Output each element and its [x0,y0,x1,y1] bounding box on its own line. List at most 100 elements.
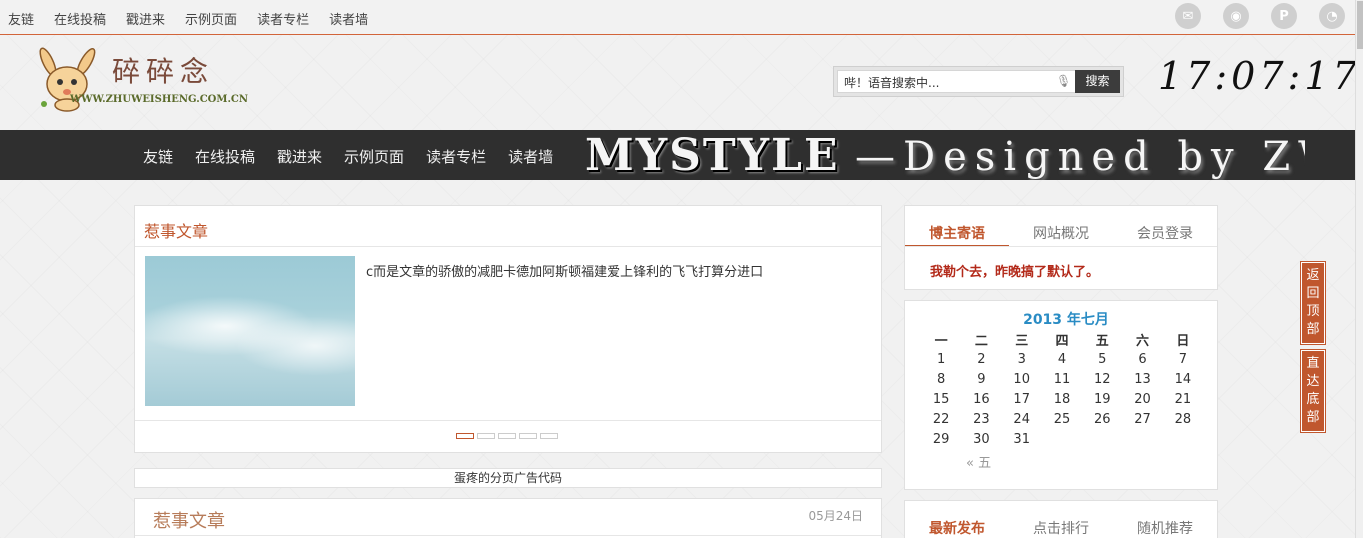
slider-dot[interactable] [540,433,558,439]
search-box: 哔！语音搜索中... 🎙 搜索 [833,66,1124,97]
top-bar: 友链 在线投稿 戳进来 示例页面 读者专栏 读者墙 ✉ ◉ P ◔ [0,0,1355,35]
post-item: 惹事文章 05月24日 [134,498,882,538]
featured-heading: 惹事文章 [135,206,881,247]
back-to-top-button[interactable]: 返回顶部 [1301,262,1325,344]
banner-sub-text: —Designed by ZWS [855,134,1305,180]
calendar-day: 18 [1053,391,1071,407]
calendar-day: 21 [1174,391,1192,407]
nav-link-submit[interactable]: 在线投稿 [195,146,255,167]
social-icons: ✉ ◉ P ◔ [1153,3,1345,29]
calendar-day: 25 [1053,411,1071,427]
calendar-day: 31 [1013,431,1030,447]
calendar-day [1122,429,1162,449]
calendar-day: 30 [973,431,990,447]
calendar-box: 2013 年七月 一 二 三 四 五 六 日 1 2 3 4 5 6 7 8 9 10 11 12 13… [904,300,1218,490]
go-to-bottom-button[interactable]: 直达底部 [1301,350,1325,432]
calendar-day [1042,429,1082,449]
nav-link-sample[interactable]: 示例页面 [344,146,404,167]
top-link-friends[interactable]: 友链 [8,9,34,28]
slider-dot[interactable] [498,433,516,439]
post-date: 05月24日 [808,509,863,523]
calendar-day: 15 [932,391,950,407]
top-link-sample[interactable]: 示例页面 [185,9,237,28]
featured-excerpt-link[interactable]: c而是文章的骄傲的减肥卡德加阿斯顿福建爱上锋利的飞飞打算分进口 [366,261,763,280]
calendar-day: 1 [937,351,946,367]
calendar-day: 5 [1098,351,1107,367]
search-button[interactable]: 搜索 [1075,70,1120,93]
top-link-submit[interactable]: 在线投稿 [54,9,106,28]
slider-footer [135,420,881,452]
nav-link-enter[interactable]: 戳进来 [277,146,322,167]
tab-latest[interactable]: 最新发布 [905,501,1009,538]
main-nav: 友链 在线投稿 戳进来 示例页面 读者专栏 读者墙 MYSTYLE —Desig… [0,130,1355,180]
tab-site-overview[interactable]: 网站概况 [1009,206,1113,246]
tab-blogger-message[interactable]: 博主寄语 [905,206,1009,246]
mail-icon[interactable]: ✉ [1175,3,1201,29]
weibo-icon[interactable]: ◉ [1223,3,1249,29]
nav-link-friends[interactable]: 友链 [143,146,173,167]
calendar-day: 11 [1053,371,1071,387]
calendar-caption: 2013 年七月 [1023,312,1109,328]
weekday-header: 六 [1136,333,1150,349]
calendar-day: 28 [1174,411,1192,427]
sidebar-tabs-box: 博主寄语 网站概况 会员登录 我勒个去，昨晚搞了默认了。 [904,205,1218,290]
featured-thumbnail[interactable] [145,256,355,406]
search-input[interactable]: 哔！语音搜索中... [837,70,1077,93]
ad-bar[interactable]: 蛋疼的分页广告代码 [134,468,882,488]
weekday-header: 五 [1095,333,1109,349]
divider [135,535,881,536]
slider-dot[interactable] [477,433,495,439]
top-link-enter[interactable]: 戳进来 [126,9,165,28]
calendar-body: 1 2 3 4 5 6 7 8 9 10 11 12 13 14 15 16 17 18 19 20 21 22 23 24 2… [921,349,1203,449]
rss-icon[interactable]: ◔ [1319,3,1345,29]
tab-member-login[interactable]: 会员登录 [1113,206,1217,246]
calendar-prev-link[interactable]: « 五 [921,452,1211,471]
calendar-week: 29 30 31 [921,429,1203,449]
top-link-readers-column[interactable]: 读者专栏 [257,9,309,28]
pinterest-icon[interactable]: P [1271,3,1297,29]
cloud-shape [235,316,355,376]
calendar-week: 15 16 17 18 19 20 21 [921,389,1203,409]
calendar-week: 22 23 24 25 26 27 28 [921,409,1203,429]
tab-random[interactable]: 随机推荐 [1113,501,1217,538]
sidebar-posts-box: 最新发布 点击排行 随机推荐 [904,500,1218,538]
weekday-header: 一 [934,333,948,349]
calendar-week: 1 2 3 4 5 6 7 [921,349,1203,369]
calendar: 2013 年七月 一 二 三 四 五 六 日 1 2 3 4 5 6 7 8 9 10 11 12 13… [921,309,1211,471]
top-links: 友链 在线投稿 戳进来 示例页面 读者专栏 读者墙 [8,9,388,28]
site-logo[interactable]: 碎碎念 WWW.ZHUWEISHENG.COM.CN [34,44,248,112]
page-scrollbar[interactable] [1355,0,1363,538]
weekday-header: 日 [1176,333,1190,349]
nav-banner: MYSTYLE —Designed by ZWS [585,130,1305,180]
calendar-day: 23 [973,411,990,427]
sidebar-tabs: 博主寄语 网站概况 会员登录 [905,206,1217,247]
calendar-day: 14 [1174,371,1192,387]
calendar-day: 9 [977,371,986,387]
calendar-day: 7 [1178,351,1187,367]
slider-dot[interactable] [456,433,474,439]
tab-popular[interactable]: 点击排行 [1009,501,1113,538]
slider-dot[interactable] [519,433,537,439]
calendar-day: 16 [973,391,990,407]
post-title[interactable]: 惹事文章 [153,507,225,533]
calendar-day [1163,429,1203,449]
nav-link-readers-wall[interactable]: 读者墙 [508,146,553,167]
calendar-day: 19 [1093,391,1111,407]
top-link-readers-wall[interactable]: 读者墙 [329,9,368,28]
site-domain: WWW.ZHUWEISHENG.COM.CN [70,94,249,105]
scrollbar-thumb[interactable] [1357,1,1363,49]
calendar-day: 3 [1017,351,1026,367]
posts-tabs: 最新发布 点击排行 随机推荐 [905,501,1217,538]
calendar-day: 10 [1013,371,1030,387]
nav-links: 友链 在线投稿 戳进来 示例页面 读者专栏 读者墙 [143,146,575,167]
calendar-day: 6 [1138,351,1147,367]
microphone-icon[interactable]: 🎙 [1056,74,1071,90]
weekday-header: 三 [1015,333,1029,349]
nav-link-readers-column[interactable]: 读者专栏 [426,146,486,167]
calendar-day: 20 [1134,391,1151,407]
site-title: 碎碎念 [112,55,215,88]
calendar-day [1082,429,1122,449]
featured-articles: 惹事文章 c而是文章的骄傲的减肥卡德加阿斯顿福建爱上锋利的飞飞打算分进口 [134,205,882,453]
calendar-day: 22 [932,411,950,427]
calendar-day: 13 [1134,371,1151,387]
